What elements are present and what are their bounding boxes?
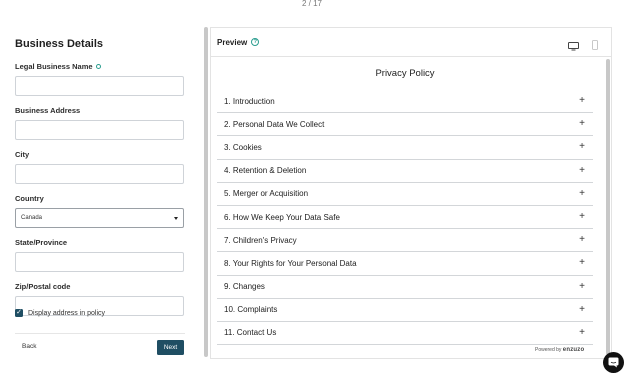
display-address-checkbox[interactable]: ✓ [15, 309, 23, 317]
chevron-down-icon [174, 216, 178, 220]
plus-icon[interactable]: + [579, 142, 585, 152]
policy-section-label: 8. Your Rights for Your Personal Data [224, 258, 357, 268]
policy-section-item[interactable]: 2. Personal Data We Collect + [217, 113, 593, 137]
country-selected-value: Canada [21, 215, 43, 221]
policy-section-label: 11. Contact Us [224, 328, 277, 338]
business-details-form: Business Details Legal Business Name Bus… [15, 38, 185, 326]
legal-business-name-label: Legal Business Name [15, 62, 93, 71]
policy-section-item[interactable]: 10. Complaints + [217, 299, 593, 322]
state-province-input[interactable] [15, 252, 184, 272]
policy-section-label: 4. Retention & Deletion [224, 166, 307, 176]
legal-business-name-input[interactable] [15, 76, 184, 96]
policy-section-item[interactable]: 11. Contact Us + [217, 322, 593, 346]
policy-section-label: 2. Personal Data We Collect [224, 119, 325, 129]
back-button[interactable]: Back [22, 343, 36, 350]
next-button[interactable]: Next [157, 340, 184, 355]
state-province-label: State/Province [15, 238, 68, 247]
display-address-label: Display address in policy [28, 309, 106, 317]
zip-postal-label: Zip/Postal code [15, 282, 71, 291]
field-country: Country Canada [15, 194, 185, 228]
policy-section-item[interactable]: 3. Cookies + [217, 136, 593, 160]
policy-sections: 1. Introduction +2. Personal Data We Coll… [217, 90, 593, 346]
plus-icon[interactable]: + [579, 235, 585, 245]
policy-section-label: 1. Introduction [224, 96, 275, 106]
chat-button[interactable] [603, 352, 624, 373]
country-label: Country [15, 194, 44, 203]
preview-panel: Preview ? Privacy Policy 1. Introduction… [210, 27, 612, 359]
policy-section-item[interactable]: 4. Retention & Deletion + [217, 160, 593, 183]
plus-icon[interactable]: + [579, 281, 585, 292]
policy-section-label: 9. Changes [224, 282, 265, 292]
country-select[interactable]: Canada [15, 208, 184, 228]
policy-section-item[interactable]: 5. Merger or Acquisition + [217, 183, 593, 206]
city-input[interactable] [15, 164, 184, 184]
preview-header: Preview ? [211, 28, 611, 57]
mobile-view-icon[interactable] [592, 37, 598, 55]
info-icon[interactable] [95, 64, 101, 69]
page-counter: 2 / 17 [301, 0, 322, 8]
business-address-label: Business Address [15, 106, 81, 115]
plus-icon[interactable]: + [579, 165, 585, 176]
preview-title: Preview [217, 37, 248, 47]
policy-section-item[interactable]: 6. How We Keep Your Data Safe + [217, 206, 593, 230]
business-address-input[interactable] [15, 120, 184, 140]
policy-section-label: 6. How We Keep Your Data Safe [224, 212, 340, 222]
policy-section-item[interactable]: 9. Changes + [217, 276, 593, 299]
plus-icon[interactable]: + [579, 212, 585, 222]
plus-icon[interactable]: + [579, 304, 585, 315]
policy-section-label: 5. Merger or Acquisition [224, 189, 309, 199]
policy-section-item[interactable]: 8. Your Rights for Your Personal Data + [217, 252, 593, 276]
plus-icon[interactable]: + [579, 188, 585, 199]
plus-icon[interactable]: + [579, 96, 585, 106]
chat-icon [608, 357, 619, 368]
plus-icon[interactable]: + [579, 119, 585, 129]
policy-section-label: 7. Children's Privacy [224, 235, 297, 245]
field-business-address: Business Address [15, 106, 185, 140]
plus-icon[interactable]: + [579, 258, 585, 268]
policy-section-item[interactable]: 7. Children's Privacy + [217, 229, 593, 253]
form-title: Business Details [15, 38, 104, 50]
policy-section-item[interactable]: 1. Introduction + [217, 90, 593, 114]
city-label: City [15, 150, 30, 159]
powered-by: Powered by enzuzo [535, 347, 584, 353]
powered-by-label: Powered by [535, 347, 562, 353]
preview-scrollbar[interactable] [606, 59, 610, 355]
form-scrollbar[interactable] [204, 27, 208, 357]
field-state-province: State/Province [15, 238, 185, 272]
display-address-option[interactable]: ✓ Display address in policy [15, 309, 105, 317]
field-legal-business-name: Legal Business Name [15, 62, 185, 96]
plus-icon[interactable]: + [579, 327, 585, 338]
desktop-view-icon[interactable] [568, 38, 579, 56]
field-city: City [15, 150, 185, 184]
policy-section-label: 10. Complaints [224, 305, 278, 315]
policy-title: Privacy Policy [375, 68, 435, 79]
policy-section-label: 3. Cookies [224, 142, 262, 152]
help-icon[interactable]: ? [251, 38, 260, 46]
brand-logo: enzuzo [562, 347, 585, 353]
form-divider [15, 333, 185, 334]
